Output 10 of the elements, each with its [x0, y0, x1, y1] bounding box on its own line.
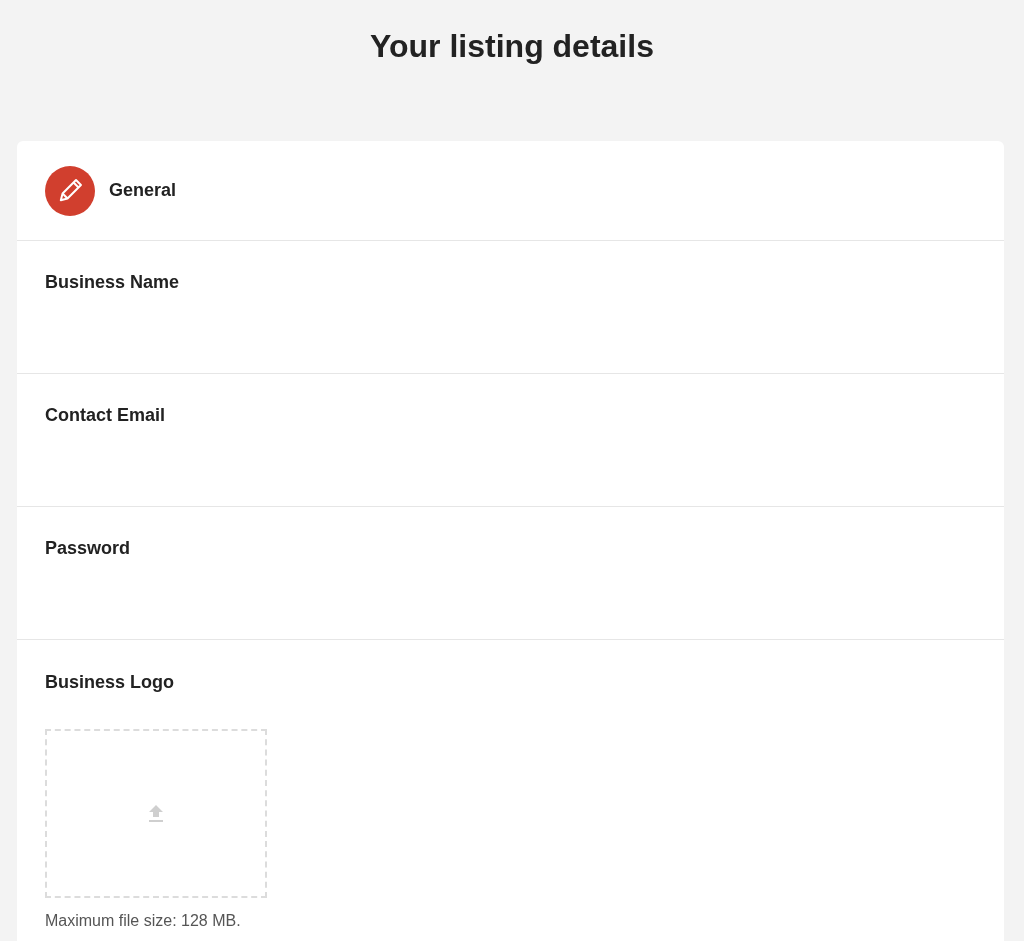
field-label: Contact Email [45, 404, 167, 427]
field-label: Business Logo [45, 671, 174, 694]
pencil-icon [45, 165, 95, 216]
page-title: Your listing details [370, 27, 654, 66]
upload-icon [149, 805, 163, 822]
file-size-note: Maximum file size: 128 MB. [45, 911, 241, 931]
section-title: General [109, 179, 177, 202]
field-label: Password [45, 537, 132, 560]
upload-dropzone[interactable] [45, 729, 267, 898]
field-label: Business Name [45, 271, 181, 294]
